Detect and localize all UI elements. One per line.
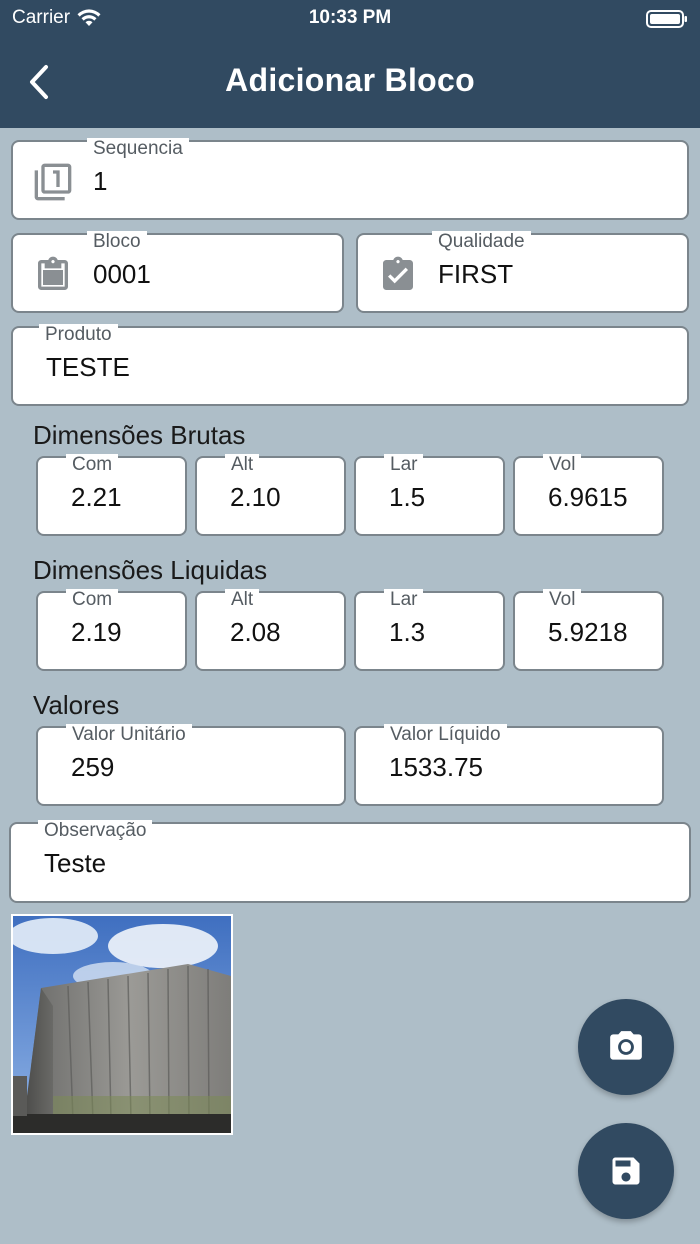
- brutas-lar-label: Lar: [384, 454, 424, 476]
- liquidas-alt-value: 2.08: [230, 617, 281, 647]
- brutas-vol-label: Vol: [543, 454, 582, 476]
- bloco-field[interactable]: Bloco 0001: [11, 231, 344, 313]
- bloco-value: 0001: [93, 259, 151, 289]
- liquidas-vol-label: Vol: [543, 589, 582, 611]
- brutas-lar-value: 1.5: [389, 482, 426, 512]
- produto-field[interactable]: Produto TESTE: [11, 324, 689, 406]
- brutas-vol-field[interactable]: Vol 6.9615: [513, 454, 664, 536]
- brutas-alt-label: Alt: [225, 454, 260, 476]
- brutas-com-label: Com: [66, 454, 119, 476]
- liquidas-alt-field[interactable]: Alt 2.08: [195, 589, 346, 671]
- sequencia-label: Sequencia: [87, 138, 189, 160]
- qualidade-field[interactable]: Qualidade FIRST: [356, 231, 689, 313]
- liquidas-com-field[interactable]: Com 2.19: [36, 589, 187, 671]
- observacao-field[interactable]: Observação Teste: [9, 820, 691, 903]
- observacao-value: Teste: [44, 848, 107, 878]
- page-title: Adicionar Bloco: [225, 62, 475, 98]
- observacao-label: Observação: [38, 820, 153, 842]
- liquidas-alt-label: Alt: [225, 589, 260, 611]
- qualidade-value: FIRST: [438, 259, 514, 289]
- status-bar: Carrier 10:33 PM: [0, 0, 700, 36]
- valor-liquido-value: 1533.75: [389, 752, 483, 782]
- save-icon: [612, 1157, 640, 1185]
- brutas-com-value: 2.21: [71, 482, 122, 512]
- valor-unitario-value: 259: [71, 752, 115, 782]
- assignment-check-icon: [383, 256, 413, 290]
- brutas-alt-value: 2.10: [230, 482, 281, 512]
- sequencia-value: 1: [93, 166, 108, 196]
- liquidas-lar-value: 1.3: [389, 617, 426, 647]
- valor-liquido-label: Valor Líquido: [384, 724, 507, 746]
- valores-title: Valores: [33, 690, 120, 720]
- liquidas-com-value: 2.19: [71, 617, 122, 647]
- clock: 10:33 PM: [308, 7, 392, 28]
- sequencia-field[interactable]: Sequencia 1: [11, 138, 689, 220]
- dimensoes-liquidas-title: Dimensões Liquidas: [33, 555, 268, 585]
- clipboard-icon: [38, 256, 68, 290]
- produto-value: TESTE: [46, 352, 130, 382]
- brutas-lar-field[interactable]: Lar 1.5: [354, 454, 505, 536]
- liquidas-lar-field[interactable]: Lar 1.3: [354, 589, 505, 671]
- battery-icon: [646, 10, 687, 28]
- valor-unitario-label: Valor Unitário: [66, 724, 192, 746]
- brutas-com-field[interactable]: Com 2.21: [36, 454, 187, 536]
- liquidas-com-label: Com: [66, 589, 119, 611]
- dimensoes-brutas-title: Dimensões Brutas: [33, 420, 246, 450]
- produto-label: Produto: [39, 324, 118, 346]
- camera-icon: [610, 1031, 642, 1060]
- filter-1-icon: [34, 163, 72, 201]
- block-photo-thumbnail[interactable]: [8, 914, 238, 1135]
- navigation-bar: Carrier 10:33 PM Adicionar Bloco: [0, 0, 700, 128]
- stone-block-image: [8, 916, 238, 1133]
- save-button[interactable]: [578, 1123, 674, 1219]
- brutas-vol-value: 6.9615: [548, 482, 628, 512]
- brutas-alt-field[interactable]: Alt 2.10: [195, 454, 346, 536]
- bloco-label: Bloco: [87, 231, 147, 253]
- valor-liquido-field[interactable]: Valor Líquido 1533.75: [354, 724, 664, 806]
- liquidas-vol-field[interactable]: Vol 5.9218: [513, 589, 664, 671]
- camera-button[interactable]: [578, 999, 674, 1095]
- valor-unitario-field[interactable]: Valor Unitário 259: [36, 724, 346, 806]
- liquidas-lar-label: Lar: [384, 589, 424, 611]
- qualidade-label: Qualidade: [432, 231, 531, 253]
- liquidas-vol-value: 5.9218: [548, 617, 628, 647]
